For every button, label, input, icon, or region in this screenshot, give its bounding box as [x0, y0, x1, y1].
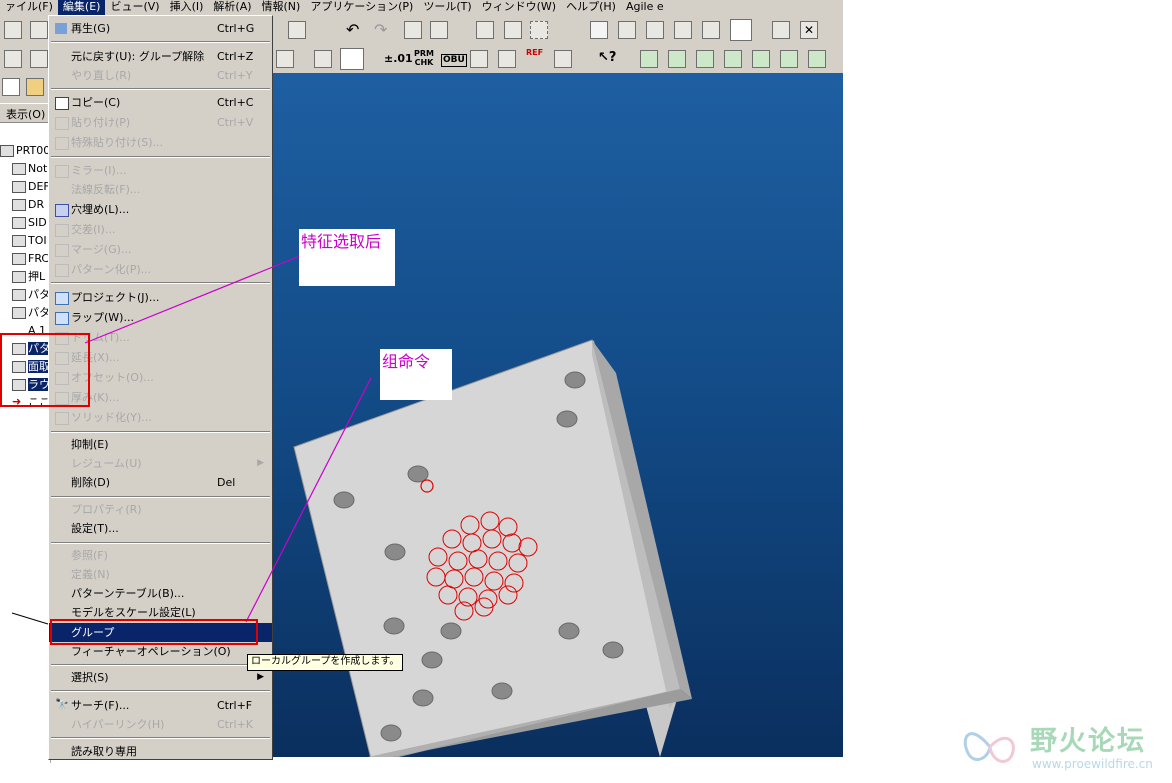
annotation-line-2 — [245, 377, 372, 623]
watermark-title: 野火论坛 — [1030, 726, 1146, 757]
annotation-line-1 — [84, 255, 301, 344]
watermark: 野火论坛 www.proewildfire.cn — [960, 717, 1170, 779]
annotation-line-3 — [11, 612, 49, 625]
annotation-note-1: 特征选取后 — [299, 229, 395, 286]
watermark-url: www.proewildfire.cn — [1032, 757, 1153, 771]
tree-selection-box — [0, 333, 90, 407]
group-command-box — [50, 619, 258, 645]
annotation-note-2: 组命令 — [380, 349, 452, 400]
butterfly-logo-icon — [963, 732, 1015, 763]
